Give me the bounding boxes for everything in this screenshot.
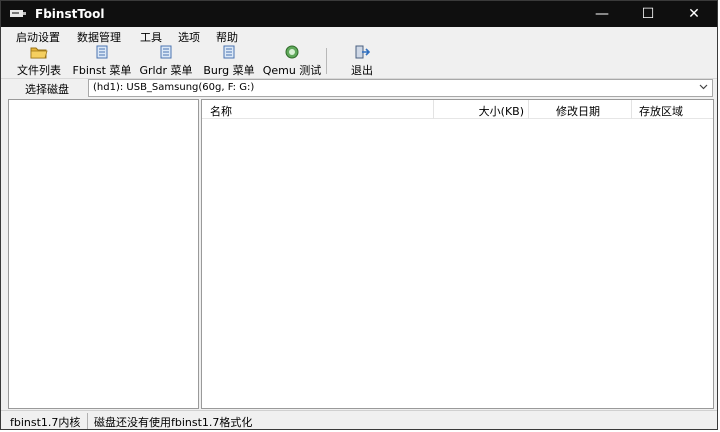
column-modified-label: 修改日期 xyxy=(556,105,600,118)
column-size-label: 大小(KB) xyxy=(478,105,524,118)
status-version: fbinst1.7内核 xyxy=(10,416,81,429)
grldr-menu-label: Grldr 菜单 xyxy=(139,64,193,77)
file-tree-pane[interactable] xyxy=(8,99,199,409)
disk-selected-value: (hd1): USB_Samsung(60g, F: G:) xyxy=(93,82,255,93)
minimize-button[interactable]: — xyxy=(579,1,625,27)
exit-label: 退出 xyxy=(351,64,373,77)
column-header-modified[interactable]: 修改日期 xyxy=(529,100,631,119)
exit-button[interactable]: 退出 xyxy=(344,45,380,77)
column-region-label: 存放区域 xyxy=(639,105,683,118)
fbinst-menu-button[interactable]: Fbinst 菜单 xyxy=(71,45,133,77)
select-disk-label: 选择磁盘 xyxy=(25,83,69,96)
column-header-region[interactable]: 存放区域 xyxy=(632,100,713,119)
disk-selector-bar: 选择磁盘 (hd1): USB_Samsung(60g, F: G:) xyxy=(1,79,717,98)
status-bar: fbinst1.7内核 磁盘还没有使用fbinst1.7格式化 xyxy=(1,410,717,429)
file-list-button[interactable]: 文件列表 xyxy=(13,45,65,77)
column-header-name[interactable]: 名称 xyxy=(202,100,433,119)
title-bar: FbinstTool — ☐ ✕ xyxy=(1,1,717,27)
menu-boot-settings[interactable]: 启动设置 xyxy=(16,29,60,45)
document-icon xyxy=(160,45,172,59)
column-name-label: 名称 xyxy=(210,105,232,118)
qemu-icon xyxy=(285,45,299,59)
document-icon xyxy=(223,45,235,59)
file-list-pane[interactable]: 名称 大小(KB) 修改日期 存放区域 xyxy=(201,99,714,409)
menu-help[interactable]: 帮助 xyxy=(216,29,238,45)
chevron-down-icon xyxy=(699,84,708,90)
grldr-menu-button[interactable]: Grldr 菜单 xyxy=(137,45,195,77)
app-window: FbinstTool — ☐ ✕ 启动设置 数据管理 工具 选项 帮助 文件列表 xyxy=(0,0,718,430)
toolbar-separator xyxy=(326,48,327,74)
burg-menu-button[interactable]: Burg 菜单 xyxy=(201,45,257,77)
menu-tools[interactable]: 工具 xyxy=(140,29,162,45)
toolbar: 文件列表 Fbinst 菜单 Grldr 菜单 Burg 菜单 Qemu 测试 … xyxy=(1,44,717,79)
disk-select-dropdown[interactable]: (hd1): USB_Samsung(60g, F: G:) xyxy=(88,79,713,97)
file-list-label: 文件列表 xyxy=(17,64,61,77)
burg-menu-label: Burg 菜单 xyxy=(203,64,255,77)
status-message: 磁盘还没有使用fbinst1.7格式化 xyxy=(94,416,253,429)
close-button[interactable]: ✕ xyxy=(671,1,717,27)
app-logo-icon xyxy=(10,10,26,17)
fbinst-menu-label: Fbinst 菜单 xyxy=(72,64,132,77)
qemu-test-label: Qemu 测试 xyxy=(262,64,322,77)
exit-icon xyxy=(355,45,370,59)
window-title: FbinstTool xyxy=(35,7,105,21)
qemu-test-button[interactable]: Qemu 测试 xyxy=(261,45,323,77)
column-header-size[interactable]: 大小(KB) xyxy=(434,100,528,119)
menu-data-management[interactable]: 数据管理 xyxy=(77,29,121,45)
menu-options[interactable]: 选项 xyxy=(178,29,200,45)
document-icon xyxy=(96,45,108,59)
maximize-button[interactable]: ☐ xyxy=(625,1,671,27)
folder-icon xyxy=(30,47,48,59)
menu-bar: 启动设置 数据管理 工具 选项 帮助 xyxy=(1,27,717,44)
status-divider xyxy=(87,413,88,429)
